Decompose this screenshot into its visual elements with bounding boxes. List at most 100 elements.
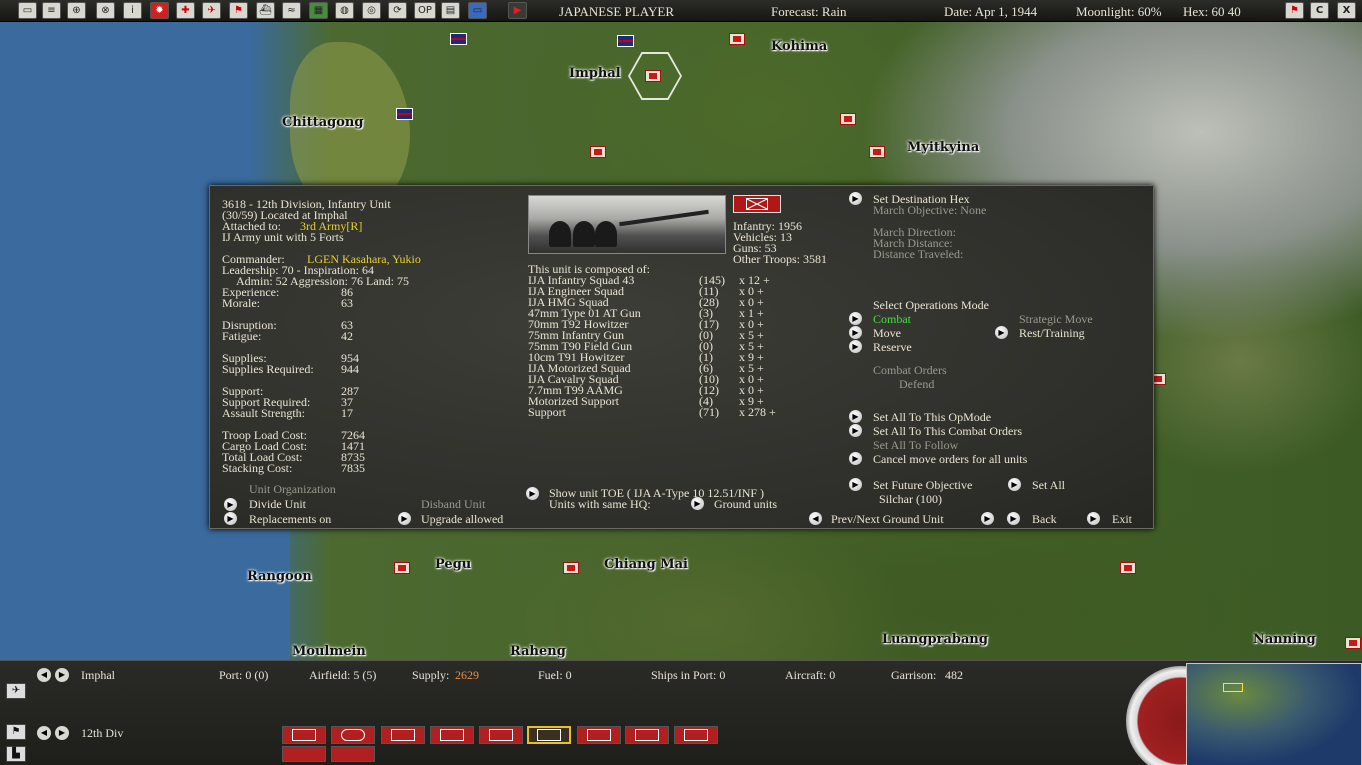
arrow-right-icon[interactable]: ▶: [55, 668, 69, 682]
selected-unit-name[interactable]: 12th Div: [81, 726, 123, 741]
exit-button[interactable]: Exit: [1112, 513, 1132, 525]
ground-units-button[interactable]: Ground units: [714, 498, 777, 510]
globe-icon[interactable]: ◍: [335, 2, 354, 19]
play-icon[interactable]: ▶: [508, 2, 527, 19]
combat-mode-button[interactable]: Combat: [873, 313, 911, 325]
artillery-filter-button[interactable]: [625, 726, 669, 744]
city-imphal[interactable]: Imphal: [569, 66, 621, 81]
arrow-right-icon[interactable]: ▶: [995, 326, 1008, 339]
arrow-right-icon[interactable]: ▶: [849, 424, 862, 437]
japan-flag-icon[interactable]: ✹: [150, 2, 169, 19]
op-button[interactable]: OP: [414, 2, 436, 19]
arrow-right-icon[interactable]: ▶: [849, 452, 862, 465]
arrow-right-icon[interactable]: ▶: [224, 512, 237, 525]
city-luangprabang[interactable]: Luangprabang: [882, 632, 988, 647]
chart-icon[interactable]: ≈: [282, 2, 301, 19]
upgrade-toggle[interactable]: Upgrade allowed: [421, 513, 503, 525]
map-icon[interactable]: ▦: [309, 2, 328, 19]
cycle-icon[interactable]: ⟳: [388, 2, 407, 19]
city-raheng[interactable]: Raheng: [510, 644, 566, 659]
c-button[interactable]: C: [1310, 2, 1329, 19]
arrow-right-icon[interactable]: ▶: [849, 326, 862, 339]
city-kohima[interactable]: Kohima: [771, 39, 827, 54]
arrow-right-icon[interactable]: ▶: [849, 410, 862, 423]
city-myitkyina[interactable]: Myitkyina: [907, 140, 979, 155]
unit-filter-button[interactable]: [381, 726, 425, 744]
target-icon[interactable]: ◎: [362, 2, 381, 19]
arrow-left-icon[interactable]: ◀: [37, 726, 51, 740]
reserve-mode-button[interactable]: Reserve: [873, 341, 912, 353]
group-icon[interactable]: ⊕: [67, 2, 86, 19]
ship-icon[interactable]: ⛴: [256, 2, 275, 19]
location-name[interactable]: Imphal: [81, 668, 115, 683]
japanese-unit-icon[interactable]: [840, 113, 856, 125]
city-chiang-mai[interactable]: Chiang Mai: [604, 557, 688, 572]
allied-unit-icon[interactable]: [396, 108, 413, 120]
japanese-unit-icon[interactable]: [729, 33, 745, 45]
set-all-opmode-button[interactable]: Set All To This OpMode: [873, 411, 991, 423]
factory-icon[interactable]: ▙: [6, 746, 26, 762]
arrow-right-icon[interactable]: ▶: [1008, 478, 1021, 491]
city-moulmein[interactable]: Moulmein: [292, 644, 366, 659]
city-nanning[interactable]: Nanning: [1253, 632, 1316, 647]
arrow-right-icon[interactable]: ▶: [849, 312, 862, 325]
armor-filter-button[interactable]: [331, 726, 375, 744]
list-icon[interactable]: ≡: [42, 2, 61, 19]
army-icon[interactable]: ✚: [176, 2, 195, 19]
photo-icon[interactable]: ▭: [468, 2, 487, 19]
move-mode-button[interactable]: Move: [873, 327, 901, 339]
arrow-right-icon[interactable]: ▶: [526, 487, 539, 500]
arrow-right-icon[interactable]: ▶: [398, 512, 411, 525]
city-rangoon[interactable]: Rangoon: [247, 569, 312, 584]
set-all-combat-button[interactable]: Set All To This Combat Orders: [873, 425, 1022, 437]
arrow-right-icon[interactable]: ▶: [849, 478, 862, 491]
arrow-left-icon[interactable]: ◀: [37, 668, 51, 682]
replacements-toggle[interactable]: Replacements on: [249, 513, 331, 525]
japanese-unit-icon[interactable]: [1345, 637, 1361, 649]
infantry-filter-selected-button[interactable]: [527, 726, 571, 744]
minimap[interactable]: [1186, 663, 1362, 765]
air-icon[interactable]: ✈: [202, 2, 221, 19]
japanese-unit-icon[interactable]: [1120, 562, 1136, 574]
japanese-unit-icon[interactable]: [394, 562, 410, 574]
japanese-unit-icon[interactable]: [645, 70, 661, 82]
arrow-right-icon[interactable]: ▶: [691, 497, 704, 510]
unit-icon[interactable]: ⊗: [96, 2, 115, 19]
allied-unit-icon[interactable]: [450, 33, 467, 45]
city-chittagong[interactable]: Chittagong: [282, 115, 363, 130]
set-all-button[interactable]: Set All: [1032, 479, 1065, 491]
grid-icon[interactable]: ▤: [441, 2, 460, 19]
divide-unit-button[interactable]: Divide Unit: [249, 498, 306, 510]
artillery-filter-button[interactable]: [577, 726, 621, 744]
japanese-unit-icon[interactable]: [590, 146, 606, 158]
flag-icon[interactable]: ⚑: [6, 724, 26, 740]
city-pegu[interactable]: Pegu: [435, 557, 471, 572]
arrow-right-icon[interactable]: ▶: [849, 192, 862, 205]
japanese-unit-icon[interactable]: [869, 146, 885, 158]
minimap-viewport[interactable]: [1223, 683, 1243, 692]
log-icon[interactable]: ▭: [18, 2, 37, 19]
transport-filter-button[interactable]: [282, 746, 326, 762]
close-icon[interactable]: X: [1337, 2, 1356, 19]
arrow-right-icon[interactable]: ▶: [849, 340, 862, 353]
unit-filter-button[interactable]: [430, 726, 474, 744]
fort-filter-button[interactable]: [674, 726, 718, 744]
cancel-move-button[interactable]: Cancel move orders for all units: [873, 453, 1027, 465]
back-button[interactable]: Back: [1032, 513, 1057, 525]
hq-filter-button[interactable]: [282, 726, 326, 744]
arrow-right-icon[interactable]: ▶: [1007, 512, 1020, 525]
flag-icon[interactable]: ⚑: [229, 2, 248, 19]
infantry-filter-button[interactable]: [479, 726, 523, 744]
info-icon[interactable]: i: [123, 2, 142, 19]
flag-icon[interactable]: ⚑: [1285, 2, 1304, 19]
future-objective-button[interactable]: Set Future Objective: [873, 479, 972, 491]
allied-unit-icon[interactable]: [617, 35, 634, 47]
arrow-right-icon[interactable]: ▶: [1087, 512, 1100, 525]
japanese-unit-icon[interactable]: [563, 562, 579, 574]
base-filter-button[interactable]: [331, 746, 375, 762]
rest-training-button[interactable]: Rest/Training: [1019, 327, 1085, 339]
airfield-icon[interactable]: ✈: [6, 683, 26, 699]
arrow-right-icon[interactable]: ▶: [224, 498, 237, 511]
arrow-right-icon[interactable]: ▶: [981, 512, 994, 525]
arrow-left-icon[interactable]: ◀: [809, 512, 822, 525]
